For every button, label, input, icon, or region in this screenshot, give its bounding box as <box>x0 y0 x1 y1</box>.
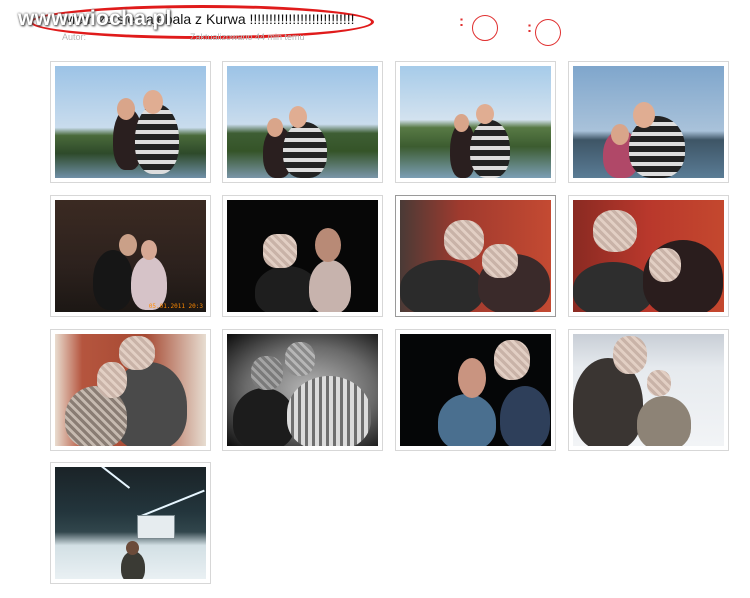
photo-thumbnail[interactable] <box>50 329 211 451</box>
photo-couple-closeup <box>573 200 724 312</box>
photo-thumbnail[interactable] <box>395 329 556 451</box>
annotation-dots: : <box>459 13 464 30</box>
photo-thumbnail[interactable] <box>50 61 211 183</box>
photo-couple-lake <box>55 66 206 178</box>
photo-date-stamp: 05.01.2011 20:3 <box>148 303 203 310</box>
photo-thumbnail[interactable] <box>222 61 383 183</box>
photo-couple-closeup <box>400 200 551 312</box>
photo-thumbnail[interactable] <box>222 195 383 317</box>
photo-thumbnail[interactable] <box>222 329 383 451</box>
photo-couple-bw <box>227 334 378 446</box>
photo-couple-night <box>400 334 551 446</box>
photo-thumbnail[interactable] <box>568 61 729 183</box>
page-header: wiem ze sie zajebala z Kurwa !!!!!!!!!!!… <box>0 0 750 56</box>
photo-thumbnail[interactable] <box>568 329 729 451</box>
annotation-dots: : <box>527 19 532 36</box>
photo-thumbnail[interactable] <box>50 462 211 584</box>
author-label: Autor: <box>62 32 87 42</box>
photo-thumbnail[interactable] <box>568 195 729 317</box>
red-circle-annotation <box>472 15 498 41</box>
photo-thumbnail[interactable] <box>395 61 556 183</box>
photo-couple-door <box>55 334 206 446</box>
photo-thumbnail[interactable] <box>395 195 556 317</box>
photo-ice-rink-hall <box>55 467 206 579</box>
site-watermark: www.wiocha.pl <box>18 7 172 30</box>
photo-couple-lake <box>573 66 724 178</box>
updated-timestamp: Zaktualizowano 44 min temu <box>190 32 305 42</box>
red-circle-annotation <box>535 19 561 46</box>
photo-couple-dark <box>227 200 378 312</box>
photo-thumbnail[interactable]: 05.01.2011 20:3 <box>50 195 211 317</box>
photo-couple-ice-rink <box>573 334 724 446</box>
photo-couple-indoor: 05.01.2011 20:3 <box>55 200 206 312</box>
photo-couple-lake <box>227 66 378 178</box>
photo-couple-lake <box>400 66 551 178</box>
